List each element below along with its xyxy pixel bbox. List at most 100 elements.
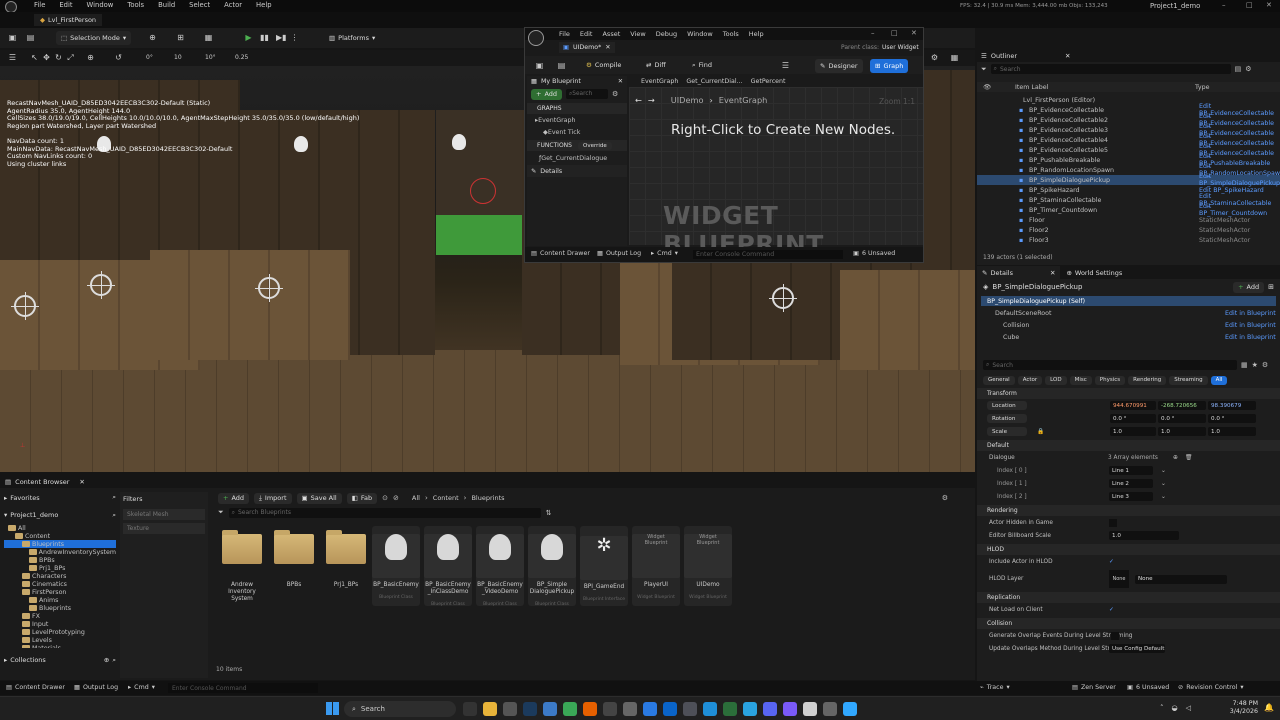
- maximize-icon[interactable]: □: [1246, 1, 1253, 9]
- network-icon[interactable]: ◒: [1172, 704, 1178, 712]
- chrome-icon[interactable]: [563, 702, 577, 716]
- actor-hidden-checkbox[interactable]: [1109, 518, 1117, 527]
- blueprint-icon[interactable]: ⊞: [176, 33, 185, 42]
- trace-button[interactable]: ⌁ Trace ▾: [980, 684, 1010, 691]
- tab-close-icon[interactable]: ✕: [1065, 52, 1070, 60]
- outliner-tab[interactable]: ☰ Outliner ✕: [977, 50, 1280, 62]
- location-x[interactable]: 944.670991: [1110, 401, 1156, 410]
- scale-z[interactable]: 1.0: [1208, 427, 1256, 436]
- translate-icon[interactable]: ✥: [42, 53, 51, 62]
- folder-tile[interactable]: BPBs: [270, 526, 318, 606]
- chevron-down-icon[interactable]: ⌄: [1161, 481, 1166, 487]
- content-search[interactable]: ⌕ Search Blueprints: [228, 507, 541, 518]
- surface-snap-icon[interactable]: ↺: [114, 53, 123, 62]
- index-value-field[interactable]: Line 1: [1109, 466, 1153, 475]
- chevron-up-icon[interactable]: ˄: [1160, 704, 1164, 712]
- unsaved-button[interactable]: ▣ 6 Unsaved: [1127, 684, 1169, 691]
- gen-overlap-checkbox[interactable]: [1111, 631, 1119, 640]
- index-value-field[interactable]: Line 3: [1109, 492, 1153, 501]
- outliner-row[interactable]: ▪ BP_SimpleDialoguePickup Edit BP_SimpleDi…: [977, 173, 1280, 187]
- scale-y[interactable]: 1.0: [1158, 427, 1206, 436]
- collections-header[interactable]: ▸ Collections ⊕ ⌕: [4, 654, 116, 666]
- content-drawer-button[interactable]: ▤ Content Drawer: [6, 684, 65, 691]
- save-icon[interactable]: ▣: [535, 61, 544, 70]
- folder-tree-item[interactable]: All: [4, 524, 116, 532]
- location-y[interactable]: -268.720656: [1158, 401, 1206, 410]
- outliner-search[interactable]: ⌕ Search: [990, 64, 1231, 74]
- select-icon[interactable]: ↖: [30, 53, 39, 62]
- bp-doc-tab[interactable]: ▣ UIDemo* ✕: [559, 42, 615, 53]
- bp-menu-window[interactable]: Window: [687, 30, 713, 38]
- asset-tile[interactable]: BP_BasicEnemy _InClassDemo Blueprint Clas…: [424, 526, 472, 607]
- app-icon[interactable]: [623, 702, 637, 716]
- forward-icon[interactable]: →: [648, 95, 655, 105]
- pause-icon[interactable]: ▮▮: [260, 33, 269, 42]
- default-section[interactable]: Default: [977, 440, 1280, 451]
- snap-angle-a[interactable]: 0°: [146, 54, 153, 61]
- checkmark-icon[interactable]: ✓: [1109, 607, 1114, 613]
- favorites-header[interactable]: ▸ Favorites ⌕: [4, 492, 116, 503]
- folder-tile[interactable]: Prj1_BPs: [322, 526, 370, 606]
- tab-close-icon[interactable]: ✕: [605, 44, 610, 51]
- search-icon[interactable]: ⌕: [112, 656, 116, 665]
- folder-tree-item[interactable]: BPBs: [4, 556, 116, 564]
- replication-section[interactable]: Replication: [977, 592, 1280, 603]
- folder-tree-item[interactable]: Anims: [4, 596, 116, 604]
- scale-x[interactable]: 1.0: [1110, 427, 1156, 436]
- bp-content-drawer-button[interactable]: ▤ Content Drawer: [531, 250, 590, 257]
- self-component-row[interactable]: BP_SimpleDialoguePickup (Self): [981, 296, 1276, 306]
- bp-menu-help[interactable]: Help: [749, 30, 764, 38]
- edit-in-blueprint-link[interactable]: Edit in Blueprint: [1225, 310, 1276, 317]
- path-blueprints[interactable]: Blueprints: [471, 494, 504, 502]
- filter-tab-streaming[interactable]: Streaming: [1169, 375, 1208, 385]
- outliner-row[interactable]: ▪ BP_Timer_Countdown Edit BP_Timer_Countdo…: [977, 203, 1280, 217]
- graphs-header[interactable]: GRAPHS: [527, 103, 627, 114]
- menu-edit[interactable]: Edit: [59, 1, 72, 9]
- folder-tree-item[interactable]: Prj1_BPs: [4, 564, 116, 572]
- filter-skeletal-mesh[interactable]: Skeletal Mesh: [123, 509, 205, 520]
- rotation-x[interactable]: 0.0 °: [1110, 414, 1156, 423]
- index-value-field[interactable]: Line 2: [1109, 479, 1153, 488]
- event-tick-item[interactable]: ◆ Event Tick: [527, 126, 627, 138]
- rotation-snap[interactable]: 10°: [205, 54, 216, 61]
- save-icon[interactable]: ▣: [8, 33, 17, 42]
- folder-tree-item[interactable]: Cinematics: [4, 580, 116, 588]
- my-blueprint-search[interactable]: ⌕ Search: [566, 89, 609, 99]
- folder-tree-item[interactable]: FirstPerson: [4, 588, 116, 596]
- world-icon[interactable]: ⊕: [86, 53, 95, 62]
- bp-output-log-button[interactable]: ▦ Output Log: [597, 250, 641, 257]
- tab-close-icon[interactable]: ✕: [79, 478, 84, 486]
- world-settings-tab[interactable]: ⊕ World Settings: [1060, 269, 1128, 277]
- platforms-button[interactable]: ▥ Platforms ▾: [324, 31, 380, 45]
- event-graph-canvas[interactable]: ← → UIDemo › EventGraph Zoom 1:1 Right-C…: [629, 87, 923, 259]
- chevron-down-icon[interactable]: ⌄: [1161, 494, 1166, 500]
- delete-icon[interactable]: 🗑: [1185, 455, 1192, 461]
- compile-button[interactable]: ⚙ Compile: [581, 58, 626, 72]
- asset-tile[interactable]: ✲ BPI_GameEnd Blueprint Interface: [580, 526, 628, 606]
- notification-bell-icon[interactable]: 🔔: [1264, 703, 1274, 712]
- add-folder-icon[interactable]: ▤: [1235, 65, 1242, 73]
- unreal-logo-icon[interactable]: [528, 30, 544, 46]
- favorite-icon[interactable]: ★: [1252, 361, 1258, 369]
- bp-menu-tools[interactable]: Tools: [723, 30, 739, 38]
- designer-mode-button[interactable]: ✎ Designer: [815, 59, 863, 73]
- task-view-icon[interactable]: [463, 702, 477, 716]
- chevron-down-icon[interactable]: ⌄: [1161, 468, 1166, 474]
- scale-dropdown[interactable]: Scale: [987, 427, 1027, 436]
- vscode-icon[interactable]: [703, 702, 717, 716]
- taskbar-search[interactable]: ⌕ Search: [344, 701, 456, 717]
- settings-icon[interactable]: ⚙: [612, 90, 618, 98]
- file-explorer-icon[interactable]: [483, 702, 497, 716]
- menu-select[interactable]: Select: [189, 1, 210, 9]
- bp-maximize-icon[interactable]: □: [891, 29, 898, 37]
- search-icon[interactable]: ⌕: [112, 493, 116, 502]
- viewport-menu-icon[interactable]: ☰: [8, 53, 17, 62]
- tab-close-icon[interactable]: ✕: [618, 78, 623, 85]
- folder-tree-item[interactable]: Characters: [4, 572, 116, 580]
- folder-tree-item[interactable]: Blueprints: [4, 540, 116, 548]
- discord-icon[interactable]: [763, 702, 777, 716]
- filter-tab-actor[interactable]: Actor: [1017, 375, 1043, 385]
- firefox-icon[interactable]: [583, 702, 597, 716]
- outliner-row[interactable]: ▪ Floor2 StaticMeshActor: [977, 225, 1280, 235]
- viewport-settings-icon[interactable]: ⚙: [930, 53, 939, 62]
